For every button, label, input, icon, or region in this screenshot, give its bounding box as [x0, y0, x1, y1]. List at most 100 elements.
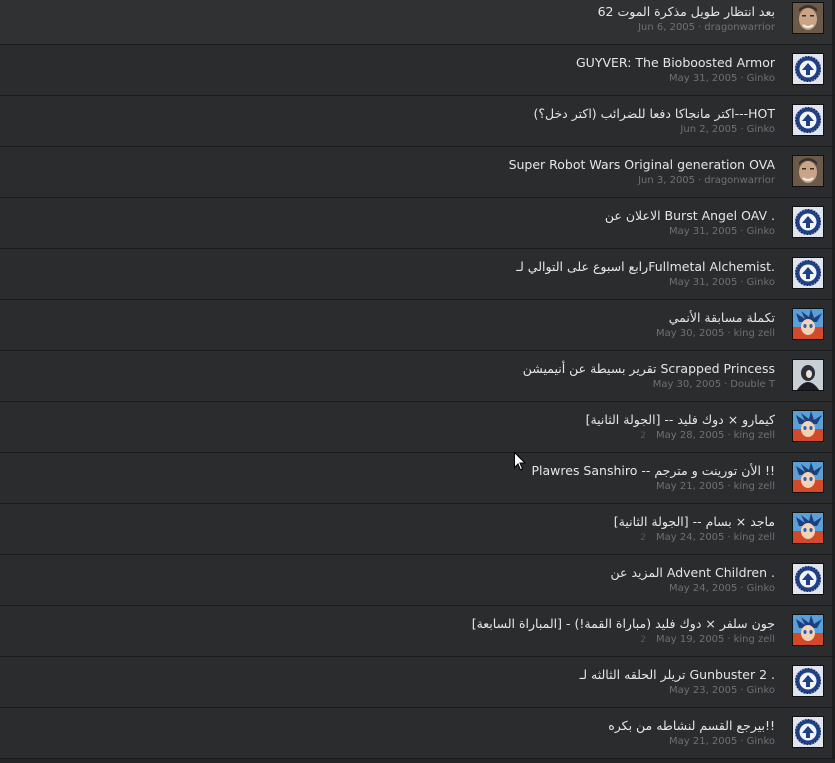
thread-date: Jun 2, 2005	[680, 124, 738, 135]
thread-meta: Jun 3, 2005 · dragonwarrior	[0, 174, 775, 188]
thread-author-link[interactable]: Ginko	[747, 226, 775, 237]
avatar[interactable]	[792, 155, 824, 187]
thread-meta: Jun 6, 2005 · dragonwarrior	[0, 21, 775, 35]
thread-date: Jun 6, 2005	[638, 22, 696, 33]
thread-meta: May 31, 2005 · Ginko	[0, 225, 775, 239]
thread-row[interactable]: GUYVER: The Bioboosted Armor May 31, 2005…	[0, 45, 835, 96]
avatar[interactable]	[792, 512, 824, 544]
avatar[interactable]	[792, 2, 824, 34]
thread-date: Jun 3, 2005	[638, 175, 696, 186]
thread-title[interactable]: الاعلان عن Burst Angel OAV .	[0, 207, 775, 224]
thread-row[interactable]: تكملة مسابقة الأنمي May 30, 2005 · king zel…	[0, 300, 835, 351]
thread-author-link[interactable]: king zell	[734, 634, 775, 645]
thread-row[interactable]: بعد انتظار طويل مذكرة الموت 62 Jun 6, 200…	[0, 0, 835, 45]
thread-body: [الجولة الثانية] -- كيمارو × دوك فليد 2 Ma…	[0, 411, 775, 443]
thread-row[interactable]: الاعلان عن Burst Angel OAV . May 31, 2005…	[0, 198, 835, 249]
avatar[interactable]	[792, 53, 824, 85]
thread-date: May 21, 2005	[669, 736, 738, 747]
avatar[interactable]	[792, 461, 824, 493]
thread-meta: May 24, 2005 · Ginko	[0, 582, 775, 596]
thread-author-link[interactable]: king zell	[734, 430, 775, 441]
thread-meta: May 21, 2005 · Ginko	[0, 735, 775, 749]
thread-author-link[interactable]: king zell	[734, 328, 775, 339]
thread-title[interactable]: رابع اسبوع على التوالي لـFullmetal Alche…	[0, 258, 775, 275]
avatar[interactable]	[792, 308, 824, 340]
thread-row[interactable]: بيرجع القسم لنشاطه من بكره!! May 21, 2005…	[0, 708, 835, 759]
page-number-link[interactable]: 2	[640, 429, 646, 443]
thread-meta: May 21, 2005 · king zell	[0, 480, 775, 494]
thread-row[interactable]: اكتر مانجاكا دفعا للضرائب (اكتر دخل؟)---…	[0, 96, 835, 147]
meta-separator: ·	[727, 481, 731, 492]
thread-body: المزيد عن Advent Children . May 24, 2005 ·…	[0, 564, 776, 596]
thread-meta: Jun 2, 2005 · Ginko	[0, 123, 775, 137]
thread-title[interactable]: [الجولة الثانية] -- ماجد × بسام	[0, 513, 775, 530]
avatar[interactable]	[792, 104, 824, 136]
avatar[interactable]	[792, 665, 824, 697]
thread-date: May 23, 2005	[669, 685, 738, 696]
thread-list: بعد انتظار طويل مذكرة الموت 62 Jun 6, 200…	[0, 0, 835, 759]
thread-date: May 31, 2005	[669, 277, 738, 288]
thread-author-link[interactable]: Ginko	[747, 277, 775, 288]
thread-author-link[interactable]: dragonwarrior	[704, 22, 775, 33]
thread-row[interactable]: [المباراة السابعة] - جون سلفر × دوك فليد…	[0, 606, 835, 657]
thread-row[interactable]: تقرير بسيطة عن أنيميشن Scrapped Princess…	[0, 351, 835, 402]
thread-row[interactable]: [الجولة الثانية] -- كيمارو × دوك فليد 2 Ma…	[0, 402, 835, 453]
meta-separator: ·	[740, 583, 744, 594]
thread-date: May 30, 2005	[652, 379, 722, 390]
thread-meta: May 31, 2005 · Ginko	[0, 72, 775, 86]
thread-row[interactable]: Plawres Sanshiro -- الأن تورينت و مترجم …	[0, 453, 835, 504]
thread-row[interactable]: رابع اسبوع على التوالي لـFullmetal Alche…	[0, 249, 835, 300]
thread-meta: 2 May 24, 2005 · king zell	[0, 531, 775, 545]
thread-title[interactable]: Plawres Sanshiro -- الأن تورينت و مترجم …	[0, 462, 776, 479]
thread-author-link[interactable]: Ginko	[747, 124, 775, 135]
thread-meta: 2 May 28, 2005 · king zell	[0, 429, 775, 443]
thread-date: May 30, 2005	[656, 328, 725, 339]
thread-title[interactable]: بيرجع القسم لنشاطه من بكره!!	[0, 717, 775, 734]
thread-date: May 28, 2005	[656, 430, 725, 441]
meta-separator: ·	[740, 73, 744, 84]
thread-meta: 2 May 19, 2005 · king zell	[0, 633, 775, 647]
avatar[interactable]	[792, 614, 824, 646]
thread-title[interactable]: [الجولة الثانية] -- كيمارو × دوك فليد	[0, 411, 775, 428]
thread-author-link[interactable]: king zell	[734, 532, 775, 543]
meta-separator: ·	[698, 175, 702, 186]
thread-author-link[interactable]: dragonwarrior	[704, 175, 775, 186]
thread-body: Super Robot Wars Original generation OVA…	[0, 156, 775, 188]
thread-title[interactable]: تريلر الحلقه الثالثه لـ Gunbuster 2 .	[0, 666, 775, 683]
thread-row[interactable]: Super Robot Wars Original generation OVA…	[0, 147, 835, 198]
thread-title[interactable]: اكتر مانجاكا دفعا للضرائب (اكتر دخل؟)---…	[0, 105, 775, 122]
thread-title[interactable]: تكملة مسابقة الأنمي	[0, 309, 775, 326]
thread-meta: May 31, 2005 · Ginko	[0, 276, 775, 290]
thread-title[interactable]: Super Robot Wars Original generation OVA	[0, 156, 775, 173]
thread-title[interactable]: المزيد عن Advent Children .	[0, 564, 776, 581]
avatar[interactable]	[792, 410, 824, 442]
page-number-link[interactable]: 2	[640, 633, 646, 647]
page-number-link[interactable]: 2	[640, 531, 646, 545]
avatar[interactable]	[792, 716, 824, 748]
avatar[interactable]	[792, 563, 824, 595]
avatar[interactable]	[792, 206, 824, 238]
thread-author-link[interactable]: king zell	[734, 481, 775, 492]
thread-author-link[interactable]: Ginko	[747, 583, 775, 594]
thread-title[interactable]: GUYVER: The Bioboosted Armor	[0, 54, 775, 71]
meta-separator: ·	[727, 532, 731, 543]
thread-title[interactable]: بعد انتظار طويل مذكرة الموت 62	[0, 3, 775, 20]
thread-body: تقرير بسيطة عن أنيميشن Scrapped Princess…	[0, 360, 775, 392]
thread-row[interactable]: تريلر الحلقه الثالثه لـ Gunbuster 2 . May…	[0, 657, 835, 708]
thread-author-link[interactable]: Ginko	[747, 73, 775, 84]
thread-body: [الجولة الثانية] -- ماجد × بسام 2 May 24, …	[0, 513, 775, 545]
thread-meta: May 23, 2005 · Ginko	[0, 684, 775, 698]
thread-author-link[interactable]: Double T	[730, 379, 775, 390]
thread-row[interactable]: [الجولة الثانية] -- ماجد × بسام 2 May 24, …	[0, 504, 835, 555]
thread-author-link[interactable]: Ginko	[747, 736, 775, 747]
thread-date: May 21, 2005	[656, 481, 725, 492]
thread-title[interactable]: تقرير بسيطة عن أنيميشن Scrapped Princess	[0, 360, 775, 377]
meta-separator: ·	[740, 736, 744, 747]
thread-author-link[interactable]: Ginko	[747, 685, 775, 696]
meta-separator: ·	[727, 328, 731, 339]
thread-title[interactable]: [المباراة السابعة] - جون سلفر × دوك فليد…	[0, 615, 775, 632]
avatar[interactable]	[792, 257, 824, 289]
meta-separator: ·	[727, 634, 731, 645]
thread-row[interactable]: المزيد عن Advent Children . May 24, 2005 ·…	[0, 555, 835, 606]
avatar[interactable]	[792, 359, 824, 391]
